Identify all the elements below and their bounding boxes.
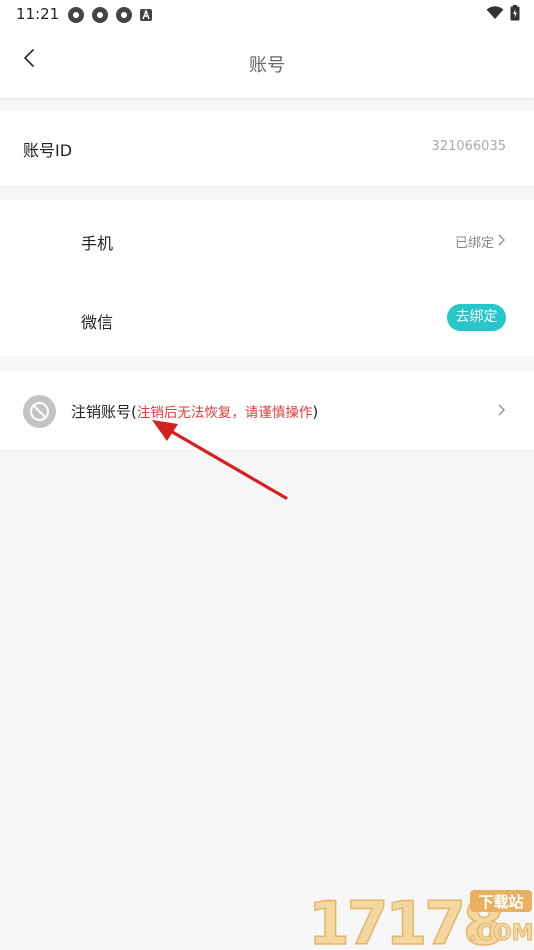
site-watermark-logo: 17178 下载站 .COM [307, 888, 534, 950]
status-bar: 11:21 [0, 0, 534, 28]
account-id-row: 账号ID 321066035 [0, 110, 534, 185]
phone-bound-status: 已绑定 [454, 236, 494, 251]
chevron-right-icon [498, 404, 505, 416]
account-id-label: 账号ID [23, 141, 73, 160]
wechat-bind-button[interactable]: 去绑定 [447, 304, 506, 331]
wifi-icon [486, 6, 504, 19]
prohibited-icon [30, 402, 49, 421]
system-icons [486, 5, 520, 21]
app-notification-icon [68, 7, 84, 23]
a-notification-icon [140, 9, 152, 21]
status-time: 11:21 [16, 5, 60, 23]
page-title: 账号 [249, 55, 285, 76]
account-id-value: 321066035 [431, 139, 506, 154]
annotation-arrow-icon [152, 420, 288, 500]
cancel-close-paren: ) [312, 403, 319, 421]
svg-text:下载站: 下载站 [478, 893, 523, 911]
phone-label: 手机 [81, 234, 114, 253]
app-notification-icon [116, 7, 132, 23]
battery-icon [510, 5, 520, 21]
chevron-right-icon [498, 234, 505, 246]
cancel-account-icon-bg [23, 395, 56, 428]
cancel-account-text: 注销账号 [71, 403, 132, 421]
phone-binding-row[interactable]: 手机 已绑定 [0, 200, 534, 278]
svg-text:.COM: .COM [468, 921, 533, 946]
wechat-label: 微信 [81, 313, 114, 332]
binding-section: 手机 已绑定 微信 [0, 200, 534, 356]
app-notification-icon [92, 7, 108, 23]
top-app-bar: 账号 [0, 28, 534, 99]
notification-icons [67, 6, 153, 24]
